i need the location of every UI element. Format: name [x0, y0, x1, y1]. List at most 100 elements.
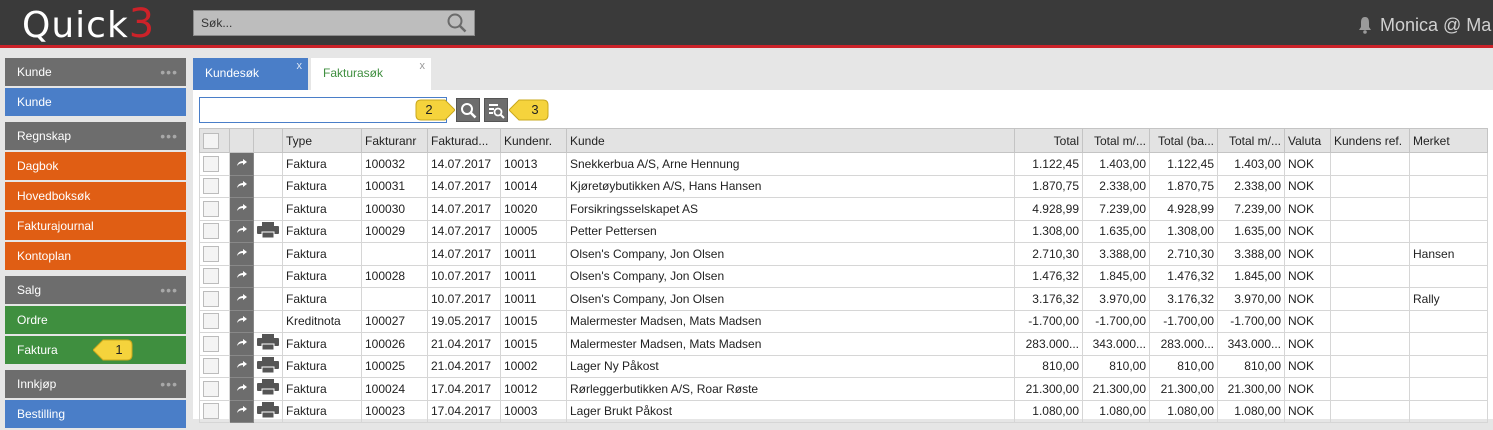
table-row[interactable]: Faktura 100032 14.07.2017 10013 Snekkerbua A…	[199, 152, 1488, 176]
sidebar-item-kunde[interactable]: Kunde	[5, 88, 186, 116]
row-checkbox[interactable]	[203, 178, 219, 195]
arrow-icon[interactable]	[236, 248, 248, 258]
column-header-total-mva-base[interactable]: Total m/...	[1217, 128, 1285, 153]
row-checkbox[interactable]	[203, 403, 219, 420]
close-tab-icon[interactable]: x	[297, 51, 303, 81]
arrow-icon[interactable]	[236, 225, 248, 235]
search-icon[interactable]	[446, 13, 468, 33]
table-row[interactable]: Faktura 100028 10.07.2017 10011 Olsen's Comp…	[199, 264, 1488, 288]
row-select-cell[interactable]	[199, 242, 230, 266]
row-select-cell[interactable]	[199, 354, 230, 378]
arrow-icon[interactable]	[236, 158, 248, 168]
row-open-cell[interactable]	[229, 377, 254, 401]
column-header-kunde[interactable]: Kunde	[566, 128, 1015, 153]
column-header-kundens-ref[interactable]: Kundens ref.	[1330, 128, 1410, 153]
close-tab-icon[interactable]: x	[420, 51, 426, 81]
arrow-icon[interactable]	[236, 315, 248, 325]
user-area[interactable]: Monica @ Ma	[1358, 12, 1491, 38]
tab-fakturasok[interactable]: Fakturasøk x	[311, 58, 431, 92]
sidebar-item-ordre[interactable]: Ordre	[5, 306, 186, 334]
sidebar-group-kunde[interactable]: Kunde •••	[5, 58, 186, 86]
row-checkbox[interactable]	[203, 290, 219, 307]
row-checkbox[interactable]	[203, 335, 219, 352]
table-row[interactable]: Faktura 100024 17.04.2017 10012 Rørleggerbut…	[199, 377, 1488, 401]
column-header-type[interactable]: Type	[282, 128, 362, 153]
printer-icon[interactable]	[257, 401, 279, 419]
arrow-icon[interactable]	[236, 293, 248, 303]
printer-icon[interactable]	[257, 356, 279, 374]
row-open-cell[interactable]	[229, 242, 254, 266]
row-checkbox[interactable]	[203, 245, 219, 262]
row-open-cell[interactable]	[229, 354, 254, 378]
column-header-total-base[interactable]: Total (ba...	[1149, 128, 1218, 153]
sidebar-item-kontoplan[interactable]: Kontoplan	[5, 242, 186, 270]
row-select-cell[interactable]	[199, 264, 230, 288]
table-row[interactable]: Faktura 100025 21.04.2017 10002 Lager Ny Påk…	[199, 354, 1488, 378]
column-header-kundenr[interactable]: Kundenr.	[500, 128, 567, 153]
row-open-cell[interactable]	[229, 197, 254, 221]
select-all-header[interactable]	[199, 128, 230, 153]
arrow-icon[interactable]	[236, 383, 248, 393]
column-header-total-mva[interactable]: Total m/...	[1082, 128, 1150, 153]
advanced-search-button[interactable]	[484, 98, 508, 122]
table-row[interactable]: Faktura 14.07.2017 10011 Olsen's Company, J…	[199, 242, 1488, 266]
row-open-cell[interactable]	[229, 219, 254, 243]
row-checkbox[interactable]	[203, 313, 219, 330]
tab-kundesok[interactable]: Kundesøk x	[193, 58, 308, 90]
column-header-valuta[interactable]: Valuta	[1284, 128, 1331, 153]
arrow-icon[interactable]	[236, 180, 248, 190]
column-header-total[interactable]: Total	[1014, 128, 1083, 153]
row-checkbox[interactable]	[203, 223, 219, 240]
row-checkbox[interactable]	[203, 155, 219, 172]
row-select-cell[interactable]	[199, 287, 230, 311]
arrow-icon[interactable]	[236, 203, 248, 213]
printer-icon[interactable]	[257, 221, 279, 239]
row-select-cell[interactable]	[199, 219, 230, 243]
table-row[interactable]: Faktura 100030 14.07.2017 10020 Forsikringss…	[199, 197, 1488, 221]
printer-icon[interactable]	[257, 334, 279, 351]
row-print-cell[interactable]	[253, 377, 283, 401]
sidebar-item-faktura[interactable]: Faktura 1	[5, 336, 186, 364]
row-select-cell[interactable]	[199, 152, 230, 176]
sidebar-group-innkjop[interactable]: Innkjøp •••	[5, 370, 186, 398]
global-search-input[interactable]	[194, 11, 444, 35]
search-button[interactable]	[456, 98, 480, 122]
row-checkbox[interactable]	[203, 380, 219, 397]
bell-icon[interactable]	[1358, 16, 1372, 34]
column-header-fakturanr[interactable]: Fakturanr	[361, 128, 428, 153]
sidebar-item-bestilling[interactable]: Bestilling	[5, 400, 186, 428]
row-checkbox[interactable]	[203, 358, 219, 375]
table-row[interactable]: Faktura 100031 14.07.2017 10014 Kjøretøybuti…	[199, 174, 1488, 198]
sidebar-item-hovedboksok[interactable]: Hovedboksøk	[5, 182, 186, 210]
table-row[interactable]: Kreditnota 100027 19.05.2017 10015 Malermest…	[199, 309, 1488, 333]
row-open-cell[interactable]	[229, 309, 254, 333]
row-select-cell[interactable]	[199, 174, 230, 198]
row-checkbox[interactable]	[203, 200, 219, 217]
row-open-cell[interactable]	[229, 264, 254, 288]
row-open-cell[interactable]	[229, 399, 254, 423]
row-select-cell[interactable]	[199, 197, 230, 221]
row-select-cell[interactable]	[199, 377, 230, 401]
column-header-merket[interactable]: Merket	[1409, 128, 1488, 153]
arrow-icon[interactable]	[236, 405, 248, 415]
row-open-cell[interactable]	[229, 287, 254, 311]
printer-icon[interactable]	[257, 379, 279, 396]
table-row[interactable]: Faktura 100029 14.07.2017 10005 Petter Pette…	[199, 219, 1488, 243]
table-row[interactable]: Faktura 100026 21.04.2017 10015 Malermester …	[199, 332, 1488, 356]
row-select-cell[interactable]	[199, 399, 230, 423]
row-open-cell[interactable]	[229, 332, 254, 356]
group-menu-dots[interactable]: •••	[160, 276, 178, 304]
row-open-cell[interactable]	[229, 152, 254, 176]
row-print-cell[interactable]	[253, 399, 283, 423]
group-menu-dots[interactable]: •••	[160, 122, 178, 150]
row-checkbox[interactable]	[203, 268, 219, 285]
group-menu-dots[interactable]: •••	[160, 370, 178, 398]
table-row[interactable]: Faktura 100023 17.04.2017 10003 Lager Brukt …	[199, 399, 1488, 423]
arrow-icon[interactable]	[236, 270, 248, 280]
row-print-cell[interactable]	[253, 332, 283, 356]
sidebar-group-regnskap[interactable]: Regnskap •••	[5, 122, 186, 150]
select-all-checkbox[interactable]	[203, 132, 219, 149]
group-menu-dots[interactable]: •••	[160, 58, 178, 86]
arrow-icon[interactable]	[236, 360, 248, 370]
sidebar-item-fakturajournal[interactable]: Fakturajournal	[5, 212, 186, 240]
